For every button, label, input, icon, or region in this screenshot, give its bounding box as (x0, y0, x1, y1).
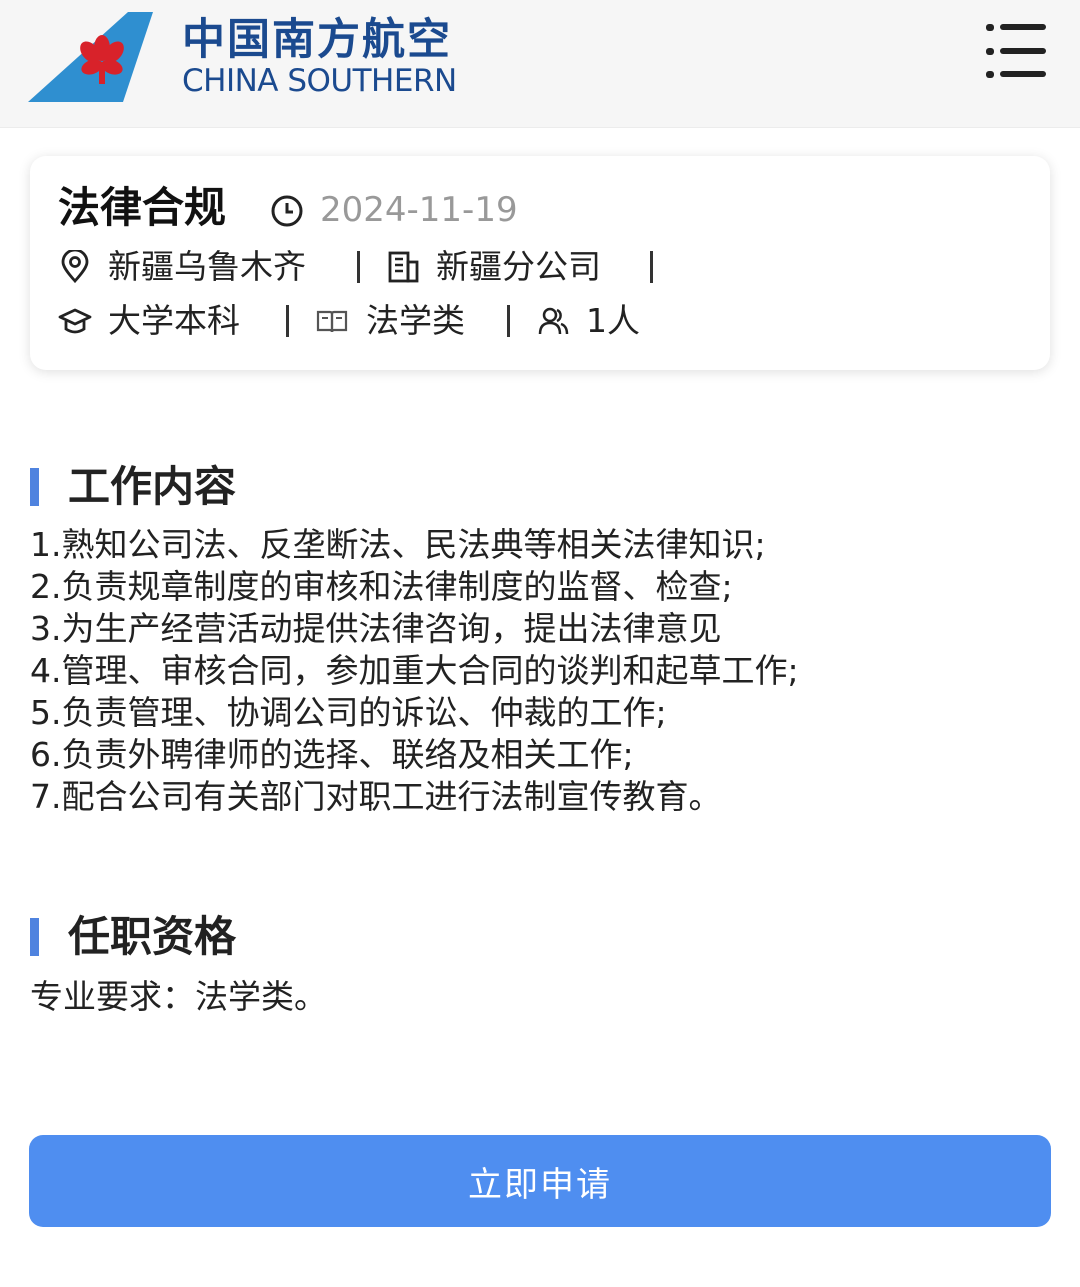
job-title: 法律合规 (58, 183, 227, 232)
apply-now-button[interactable]: 立即申请 (29, 1135, 1051, 1227)
graduation-cap-icon (58, 308, 92, 334)
job-location: 新疆乌鲁木齐 (108, 247, 306, 286)
list-item: 4.管理、审核合同，参加重大合同的谈判和起草工作; (30, 651, 799, 690)
divider (286, 305, 289, 337)
brand-name-cn: 中国南方航空 (182, 15, 452, 65)
china-southern-logo-icon[interactable] (28, 12, 156, 104)
job-summary-card: 法律合规 2024-11-19 新疆乌鲁木齐 新疆分公司 大学本科 法学类 1人 (30, 156, 1050, 370)
brand-name-en: CHINA SOUTHERN (182, 63, 457, 99)
app-header: 中国南方航空 CHINA SOUTHERN (0, 0, 1080, 128)
list-item: 5.负责管理、协调公司的诉讼、仲裁的工作; (30, 693, 667, 732)
divider (507, 305, 510, 337)
clock-icon (271, 195, 303, 227)
post-date: 2024-11-19 (320, 190, 518, 230)
divider (357, 251, 360, 283)
menu-icon[interactable] (984, 20, 1048, 82)
building-icon (388, 251, 419, 283)
job-headcount: 1人 (586, 301, 640, 340)
section-accent-bar (30, 918, 39, 956)
list-item: 2.负责规章制度的审核和法律制度的监督、检查; (30, 567, 733, 606)
location-pin-icon (61, 250, 89, 284)
list-item: 7.配合公司有关部门对职工进行法制宣传教育。 (30, 777, 722, 816)
people-icon (538, 307, 569, 335)
requirements-text: 专业要求：法学类。 (30, 977, 327, 1016)
job-company: 新疆分公司 (436, 247, 601, 286)
book-icon (316, 310, 348, 333)
requirements-section-title: 任职资格 (68, 912, 237, 961)
list-item: 3.为生产经营活动提供法律咨询，提出法律意见 (30, 609, 722, 648)
divider (650, 251, 653, 283)
list-item: 1.熟知公司法、反垄断法、民法典等相关法律知识; (30, 525, 766, 564)
job-major: 法学类 (366, 301, 465, 340)
duties-section-title: 工作内容 (68, 462, 237, 511)
section-accent-bar (30, 468, 39, 506)
duties-list: 1.熟知公司法、反垄断法、民法典等相关法律知识; 2.负责规章制度的审核和法律制… (30, 524, 799, 818)
job-education: 大学本科 (108, 301, 240, 340)
list-item: 6.负责外聘律师的选择、联络及相关工作; (30, 735, 634, 774)
